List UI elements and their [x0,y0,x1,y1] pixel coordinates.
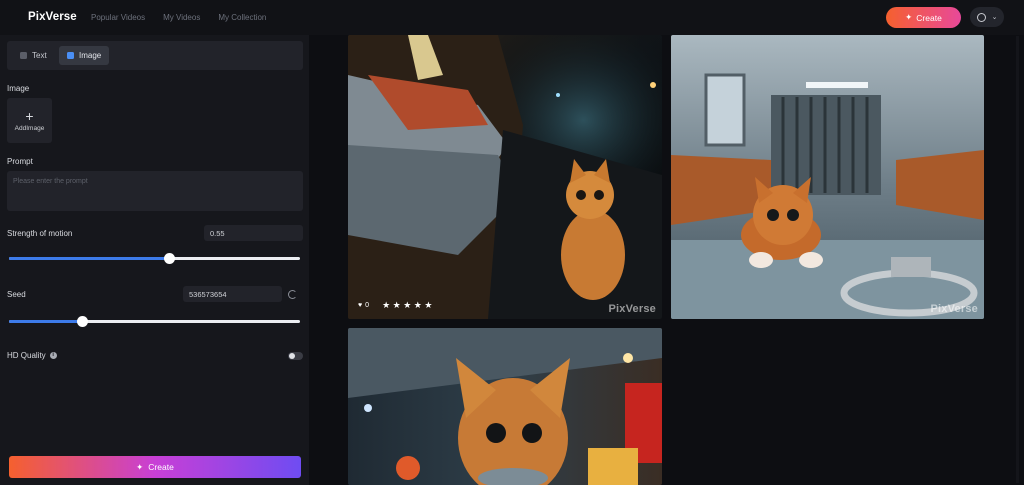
text-icon [20,52,27,59]
prompt-placeholder: Please enter the prompt [13,178,88,185]
tab-image-label: Image [79,51,102,60]
watermark: PixVerse [608,303,656,315]
seed-label: Seed [7,290,26,299]
nav-my-collection[interactable]: My Collection [218,13,266,22]
plus-icon: + [25,107,34,124]
add-image-label: AddImage [14,124,45,132]
image-label: Image [7,84,30,93]
tab-text-label: Text [32,51,47,60]
video-card[interactable]: ♥ 0 ★★★★★ PixVerse [348,35,662,319]
top-bar: PixVerse Popular Videos My Videos My Col… [0,0,1024,35]
prompt-input[interactable]: Please enter the prompt [7,171,303,211]
video-thumbnail [348,328,662,485]
like-count: 0 [365,302,370,309]
heart-icon[interactable]: ♥ [358,302,362,309]
tab-text[interactable]: Text [12,46,55,65]
motion-value-input[interactable]: 0.55 [204,225,303,241]
seed-slider[interactable] [9,316,300,327]
hd-quality-toggle[interactable] [288,352,303,360]
info-icon[interactable]: i [49,352,57,360]
nav-my-videos[interactable]: My Videos [163,13,200,22]
video-card[interactable] [348,328,662,485]
create-button-label: Create [916,12,942,23]
prompt-label: Prompt [7,157,33,166]
main-nav: Popular Videos My Videos My Collection [91,13,266,22]
refresh-icon[interactable] [288,290,297,299]
user-menu[interactable]: ⌄ [970,7,1004,27]
sidebar: Text Image Image + AddImage Prompt Pleas… [0,35,309,485]
seed-slider-fill [9,320,82,323]
tab-image[interactable]: Image [59,46,110,65]
motion-slider-fill [9,257,170,260]
hd-quality-label: HD Quality i [7,351,57,360]
watermark: PixVerse [930,303,978,315]
hd-quality-text: HD Quality [7,351,46,360]
video-thumbnail [671,35,984,319]
motion-slider-handle[interactable] [164,253,176,264]
sparkle-icon: ✦ [136,461,144,472]
logo[interactable]: PixVerse [28,11,77,23]
create-button-label: Create [148,462,174,472]
chevron-down-icon: ⌄ [991,14,998,21]
video-gallery: ♥ 0 ★★★★★ PixVerse PixVerse [309,35,1024,485]
seed-input[interactable]: 536573654 [183,286,282,302]
create-button-top[interactable]: ✦ Create [886,7,961,28]
motion-label: Strength of motion [7,229,73,238]
card-stats: ♥ 0 ★★★★★ [358,300,435,311]
sparkle-icon: ✦ [905,12,913,22]
image-icon [67,52,74,59]
motion-slider[interactable] [9,253,300,264]
nav-popular-videos[interactable]: Popular Videos [91,13,145,22]
seed-slider-handle[interactable] [76,316,88,327]
add-image-button[interactable]: + AddImage [7,98,52,143]
user-icon [976,12,986,22]
rating-stars[interactable]: ★★★★★ [382,300,435,311]
scrollbar[interactable] [1016,36,1019,483]
create-button[interactable]: ✦ Create [9,456,301,478]
video-card[interactable]: PixVerse [671,35,984,319]
mode-tabs: Text Image [7,41,303,70]
video-thumbnail [348,35,662,319]
